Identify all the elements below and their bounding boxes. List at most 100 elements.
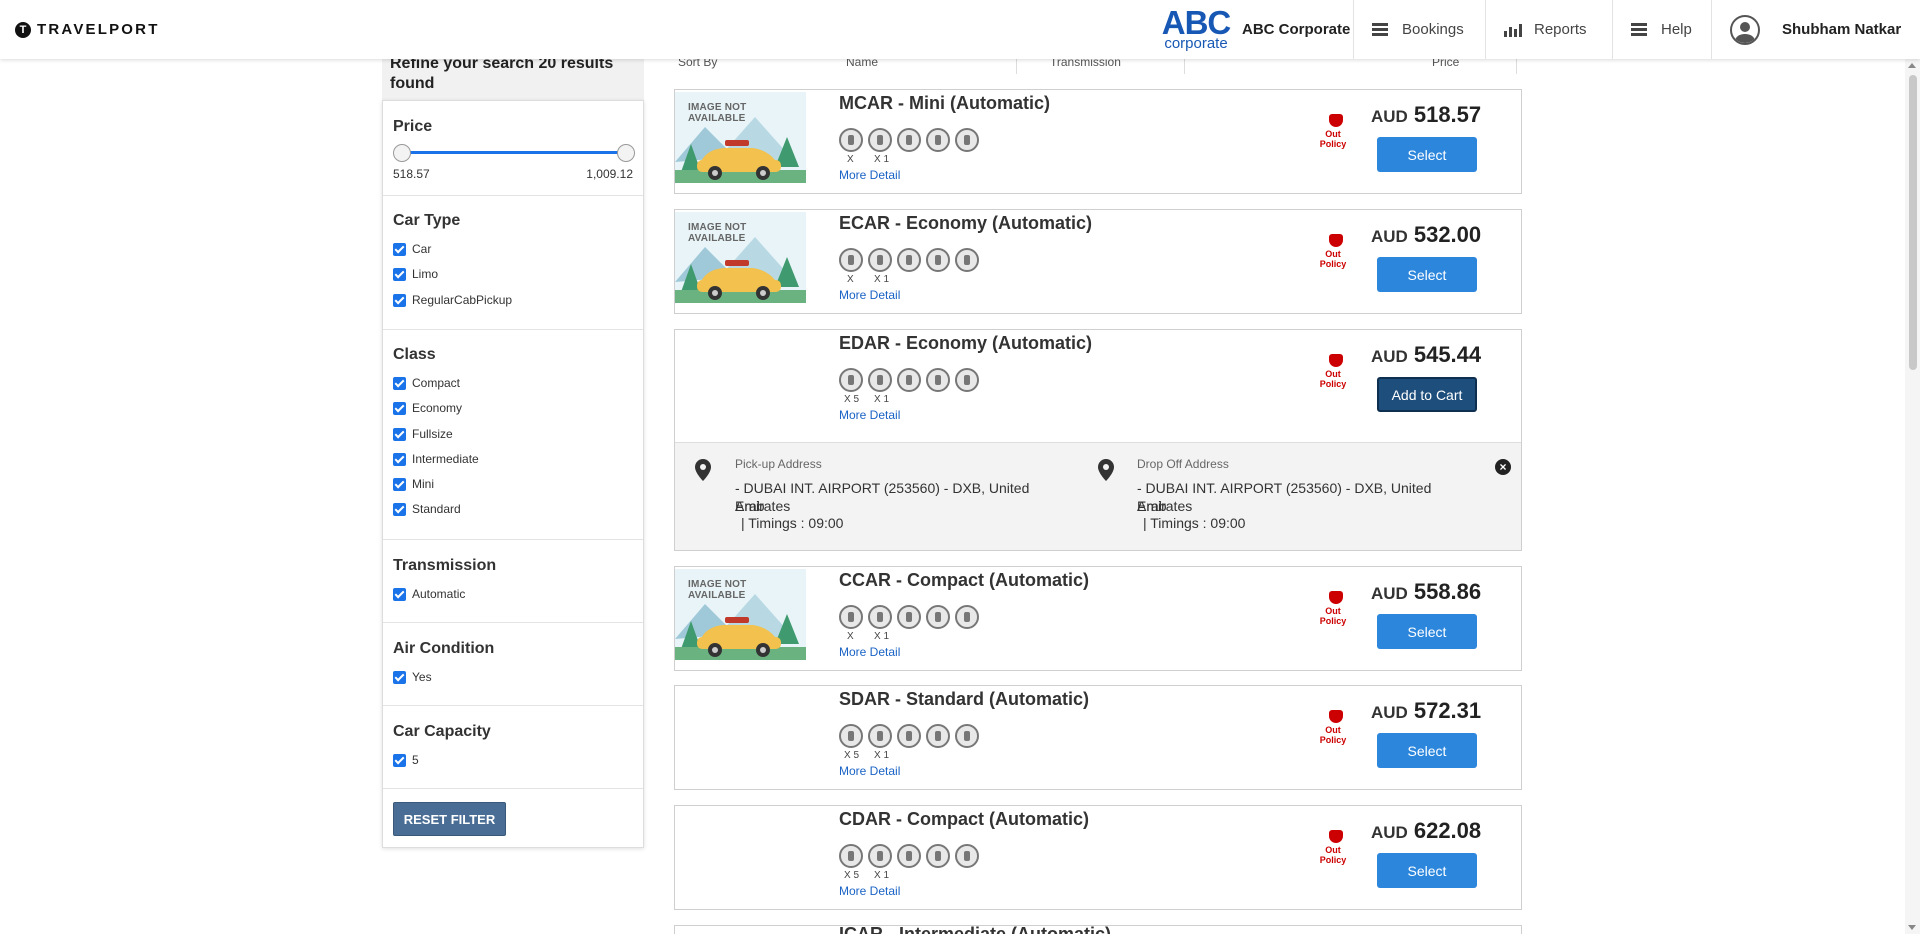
car-result-card: ICAR - Intermediate (Automatic) — [674, 925, 1522, 934]
out-policy-badge: Out Policy — [1311, 591, 1355, 626]
more-detail-link[interactable]: More Detail — [839, 168, 900, 182]
info-icon — [955, 128, 979, 152]
car-result-card: IMAGE NOT AVAILABLE MCAR - Mini (Automat… — [674, 89, 1522, 194]
checkbox-intermediate[interactable]: Intermediate — [393, 452, 479, 466]
car-price: AUD 622.08 — [1371, 818, 1482, 843]
luggage-icon — [868, 724, 892, 748]
info-icon — [955, 605, 979, 629]
image-not-available-text: IMAGE NOT AVAILABLE — [688, 222, 747, 244]
logo-text: TRAVELPORT — [37, 21, 160, 38]
passenger-icon — [839, 128, 863, 152]
travelport-logo[interactable]: T TRAVELPORT — [15, 21, 160, 38]
out-policy-badge: Out Policy — [1311, 234, 1355, 269]
location-pin-icon — [695, 459, 711, 481]
seat-icon — [897, 724, 921, 748]
more-detail-link[interactable]: More Detail — [839, 645, 900, 659]
bar-chart-icon — [1504, 23, 1522, 37]
brand-sub-text: corporate — [1164, 35, 1228, 52]
select-button[interactable]: Select — [1377, 614, 1477, 649]
car-result-card: CDAR - Compact (Automatic) X 5 X 1 More … — [674, 805, 1522, 910]
car-result-card: IMAGE NOT AVAILABLE ECAR - Economy (Auto… — [674, 209, 1522, 314]
info-icon — [955, 724, 979, 748]
scrollbar-thumb[interactable] — [1909, 75, 1917, 370]
nav-bookings[interactable]: Bookings — [1353, 0, 1485, 59]
select-button[interactable]: Select — [1377, 733, 1477, 768]
class-title: Class — [393, 346, 436, 363]
seat-icon — [897, 605, 921, 629]
checkbox-standard[interactable]: Standard — [393, 502, 461, 516]
more-detail-link[interactable]: More Detail — [839, 408, 900, 422]
more-detail-link[interactable]: More Detail — [839, 884, 900, 898]
car-features — [839, 724, 979, 748]
user-menu[interactable]: Shubham Natkar — [1711, 0, 1920, 59]
price-slider-max-handle[interactable] — [617, 144, 635, 162]
car-features — [839, 128, 979, 152]
checkbox-regularcabpickup[interactable]: RegularCabPickup — [393, 293, 512, 307]
passenger-icon — [839, 844, 863, 868]
bag-count: X 1 — [874, 154, 890, 165]
checkbox-compact[interactable]: Compact — [393, 376, 460, 390]
close-icon[interactable]: × — [1495, 459, 1511, 475]
thumbs-down-icon — [1329, 830, 1343, 843]
more-detail-link[interactable]: More Detail — [839, 288, 900, 302]
thumbs-down-icon — [1329, 354, 1343, 367]
checkbox-ac-yes[interactable]: Yes — [393, 670, 432, 684]
car-image-placeholder: IMAGE NOT AVAILABLE — [675, 569, 806, 660]
car-price: AUD 572.31 — [1371, 698, 1482, 723]
car-name: ICAR - Intermediate (Automatic) — [839, 926, 1111, 934]
results-heading: Refine your search 20 results found — [382, 52, 644, 100]
scroll-up-icon[interactable] — [1908, 63, 1916, 68]
company-name: ABC Corporate — [1242, 21, 1351, 38]
car-type-filter: Car Type Car Limo RegularCabPickup — [383, 196, 643, 330]
car-name: CCAR - Compact (Automatic) — [839, 570, 1089, 590]
more-detail-link[interactable]: More Detail — [839, 764, 900, 778]
price-slider-min-handle[interactable] — [393, 144, 411, 162]
select-button[interactable]: Select — [1377, 257, 1477, 292]
checkbox-limo[interactable]: Limo — [393, 267, 438, 281]
checkbox-automatic[interactable]: Automatic — [393, 587, 465, 601]
car-result-card-expanded: EDAR - Economy (Automatic) X 5 X 1 More … — [674, 329, 1522, 551]
image-not-available-text: IMAGE NOT AVAILABLE — [688, 579, 747, 601]
add-to-cart-button[interactable]: Add to Cart — [1377, 377, 1477, 412]
passenger-count: X — [847, 631, 854, 642]
price-title: Price — [393, 118, 433, 135]
checkbox-mini[interactable]: Mini — [393, 477, 434, 491]
car-image-placeholder: IMAGE NOT AVAILABLE — [675, 212, 806, 303]
nav-help[interactable]: Help — [1612, 0, 1711, 59]
thumbs-down-icon — [1329, 591, 1343, 604]
car-name: MCAR - Mini (Automatic) — [839, 93, 1050, 113]
dropoff-address-country: Emirates — [1137, 498, 1193, 514]
menu-icon — [1631, 22, 1649, 37]
checkbox-capacity-5[interactable]: 5 — [393, 753, 419, 767]
select-button[interactable]: Select — [1377, 853, 1477, 888]
scroll-down-icon[interactable] — [1908, 925, 1916, 930]
bag-count: X 1 — [874, 274, 890, 285]
thumbs-down-icon — [1329, 710, 1343, 723]
checkbox-fullsize[interactable]: Fullsize — [393, 427, 453, 441]
car-features — [839, 368, 979, 392]
price-min: 518.57 — [393, 167, 430, 181]
price-slider-track[interactable] — [401, 151, 626, 154]
abc-corporate-logo: ABC corporate — [1160, 6, 1232, 52]
nav-help-label: Help — [1661, 21, 1692, 38]
nav-bookings-label: Bookings — [1402, 21, 1464, 38]
luggage-icon — [868, 248, 892, 272]
checkbox-economy[interactable]: Economy — [393, 401, 462, 415]
bag-count: X 1 — [874, 394, 890, 405]
bag-count: X 1 — [874, 750, 890, 761]
location-pin-icon — [1098, 459, 1114, 481]
image-not-available-text: IMAGE NOT AVAILABLE — [688, 102, 747, 124]
seat-icon — [897, 128, 921, 152]
passenger-count: X 5 — [844, 870, 860, 881]
page-scrollbar[interactable] — [1905, 59, 1920, 934]
transmission-title: Transmission — [393, 557, 497, 574]
reset-filter-button[interactable]: RESET FILTER — [393, 802, 506, 836]
out-policy-badge: Out Policy — [1311, 830, 1355, 865]
thumbs-down-icon — [1329, 234, 1343, 247]
car-price: AUD 558.86 — [1371, 579, 1482, 604]
checkbox-car[interactable]: Car — [393, 242, 431, 256]
nav-reports[interactable]: Reports — [1485, 0, 1612, 59]
car-image-placeholder: IMAGE NOT AVAILABLE — [675, 92, 806, 183]
passenger-count: X — [847, 154, 854, 165]
select-button[interactable]: Select — [1377, 137, 1477, 172]
